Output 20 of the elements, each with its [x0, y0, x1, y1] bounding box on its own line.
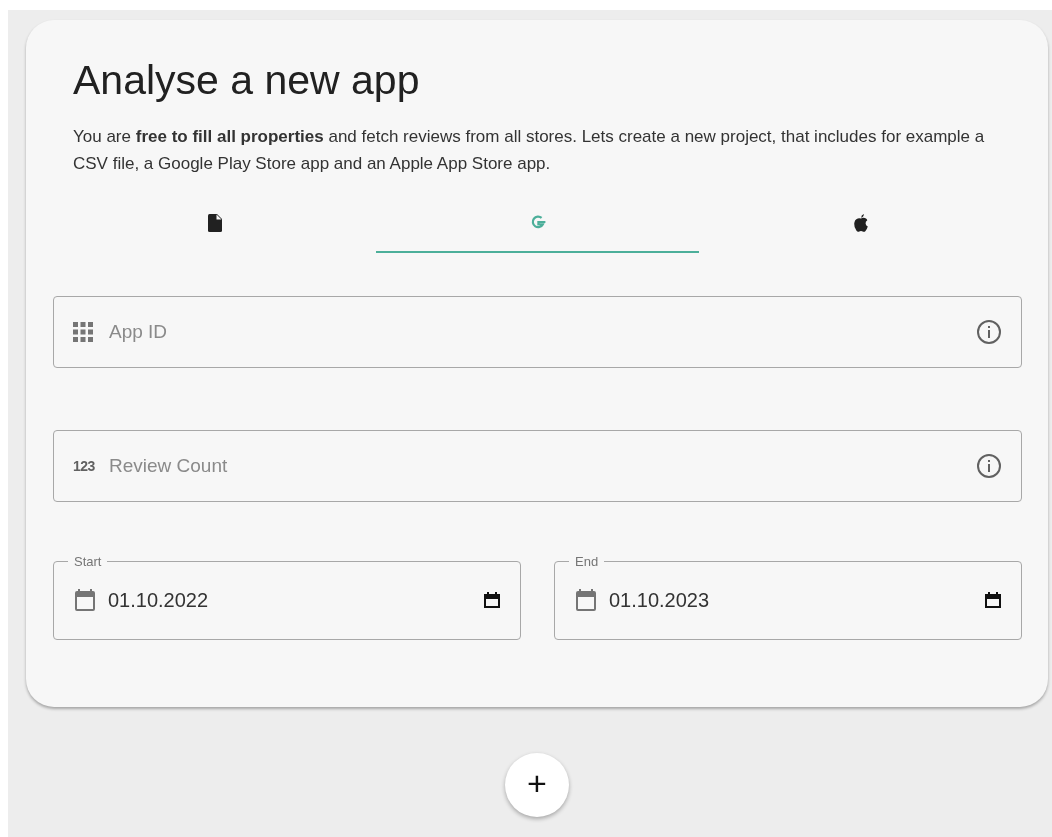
page-title: Analyse a new app: [73, 56, 421, 105]
grid-icon: [73, 322, 93, 342]
number-icon: 123: [73, 458, 95, 474]
apple-icon: [851, 213, 870, 233]
field-label: End: [574, 554, 600, 569]
text-field[interactable]: App ID: [53, 296, 1022, 368]
info-icon[interactable]: [976, 319, 1002, 345]
date-field[interactable]: End 01.10.2023: [554, 554, 1022, 640]
calendar-picker-icon[interactable]: [985, 592, 1001, 608]
calendar-picker-icon[interactable]: [484, 592, 500, 608]
date-value: 01.10.2022: [108, 588, 210, 612]
calendar-icon: [575, 588, 597, 612]
field-label: Start: [73, 554, 103, 569]
description-text: You are free to fill all properties and fetch reviews from all stores. Lets create a new project, that includes for example a CSV file, a Google Play Store app and an Apple App Store app.: [73, 126, 986, 175]
info-icon[interactable]: [976, 453, 1002, 479]
add-button[interactable]: +: [505, 753, 569, 817]
calendar-icon: [74, 588, 96, 612]
date-field[interactable]: Start 01.10.2022: [53, 554, 521, 640]
date-value: 01.10.2023: [609, 588, 711, 612]
file-icon: [207, 214, 222, 232]
